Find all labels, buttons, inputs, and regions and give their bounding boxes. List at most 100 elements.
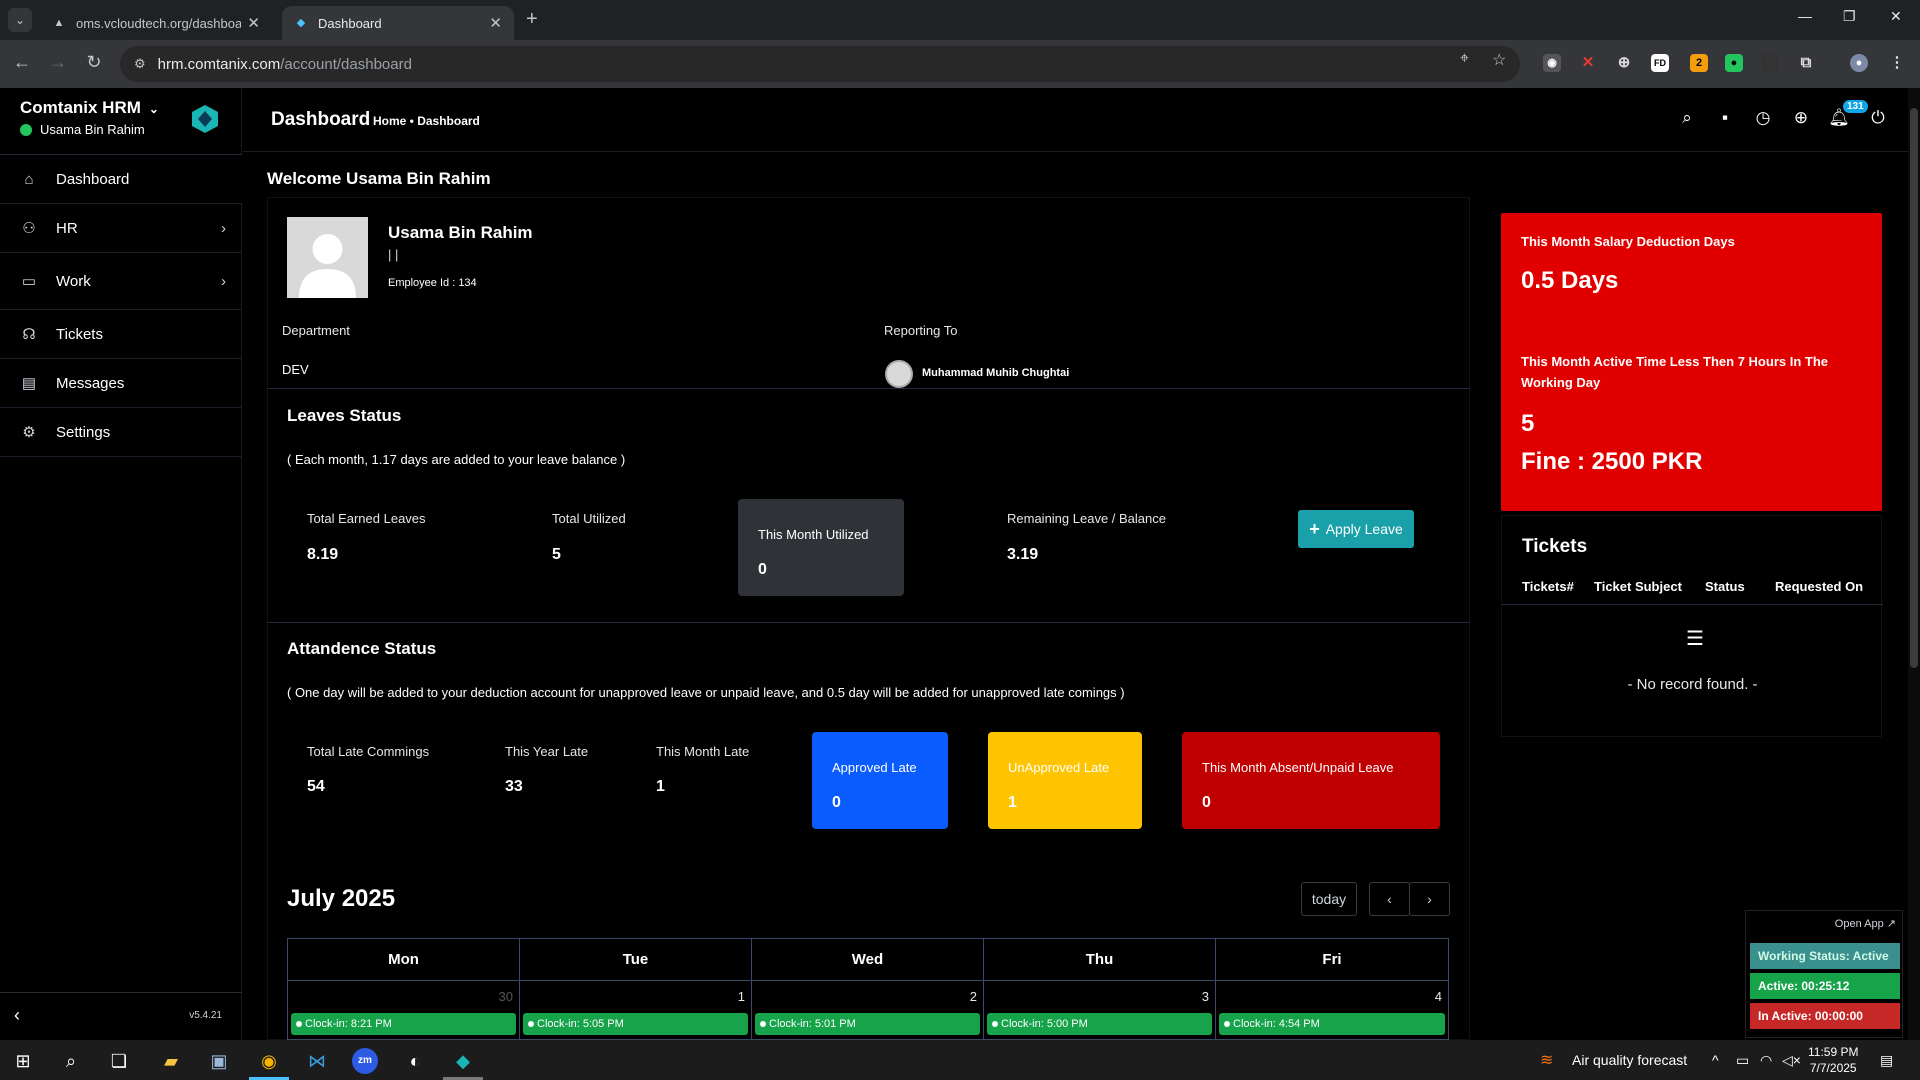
minimize-icon[interactable]: — [1798, 8, 1812, 24]
file-explorer-icon[interactable]: ▰ [158, 1048, 184, 1074]
sidebar-item-hr[interactable]: ⚇ HR › [0, 204, 242, 253]
windows-start-icon[interactable]: ⊞ [10, 1048, 36, 1074]
green-extension-icon[interactable]: ● [1725, 54, 1743, 72]
extensions-puzzle-icon[interactable]: ⧉ [1797, 54, 1815, 72]
calendar-today-button[interactable]: today [1301, 882, 1357, 916]
forward-icon[interactable]: → [46, 52, 70, 73]
tickets-heading: Tickets [1522, 536, 1588, 557]
notification-center-icon[interactable]: ▤ [1880, 1052, 1893, 1069]
battery-icon[interactable]: ▭ [1736, 1052, 1749, 1069]
clock-in-event[interactable]: Clock-in: 8:21 PM [291, 1013, 516, 1035]
sidebar-item-messages[interactable]: ▤ Messages [0, 359, 242, 408]
column-header[interactable]: Ticket Subject [1594, 579, 1682, 594]
chat-icon[interactable]: ▪ [1714, 108, 1736, 128]
employee-name: Usama Bin Rahim [388, 223, 533, 242]
restore-icon[interactable]: ❐ [1843, 8, 1856, 25]
volume-muted-icon[interactable]: ◁× [1782, 1052, 1801, 1069]
clock-in-event[interactable]: Clock-in: 5:05 PM [523, 1013, 748, 1035]
working-status: Working Status: Active [1750, 943, 1900, 969]
page-scrollbar[interactable] [1908, 88, 1920, 1040]
sidebar-item-settings[interactable]: ⚙ Settings [0, 408, 242, 457]
new-tab-button[interactable]: + [526, 8, 538, 31]
zoom-icon[interactable]: zm [352, 1048, 378, 1074]
clock-in-event[interactable]: Clock-in: 4:54 PM [1219, 1013, 1445, 1035]
location-icon[interactable]: ⌖ [1460, 50, 1469, 68]
user-placeholder-icon [299, 234, 356, 298]
close-tab-icon[interactable]: ✕ [247, 14, 260, 32]
calendar-day[interactable]: Wed 2 Clock-in: 5:01 PM [752, 939, 984, 1041]
message-icon: ▤ [21, 375, 37, 392]
month-utilized-label: This Month Utilized [758, 527, 869, 542]
clock-date: 7/7/2025 [1809, 1061, 1857, 1075]
leaves-note: ( Each month, 1.17 days are added to you… [287, 452, 626, 467]
current-user-name: Usama Bin Rahim [40, 122, 145, 137]
weather-icon[interactable]: ≋ [1540, 1050, 1553, 1070]
reload-icon[interactable]: ↻ [82, 52, 106, 73]
weather-text[interactable]: Air quality forecast [1572, 1052, 1687, 1068]
column-header[interactable]: Tickets# [1522, 579, 1574, 594]
total-utilized-value: 5 [552, 546, 561, 563]
employee-id: Employee Id : 134 [388, 277, 477, 289]
sidebar-item-dashboard[interactable]: ⌂ Dashboard [0, 155, 242, 204]
sidebar-item-tickets[interactable]: ☊ Tickets [0, 310, 242, 359]
calendar-day[interactable]: Thu 3 Clock-in: 5:00 PM [984, 939, 1216, 1041]
approved-late-value: 0 [832, 794, 841, 811]
power-icon[interactable]: ⏻ [1867, 108, 1889, 128]
sidebar-item-label: Tickets [56, 325, 103, 343]
tray-chevron-icon[interactable]: ^ [1712, 1052, 1719, 1068]
bookmark-star-icon[interactable]: ☆ [1492, 50, 1506, 70]
close-tab-icon[interactable]: ✕ [489, 14, 502, 32]
total-earned-label: Total Earned Leaves [307, 511, 426, 526]
app-icon[interactable]: ◐ [402, 1048, 428, 1074]
open-app-link[interactable]: Open App ↗ [1835, 917, 1896, 930]
wifi-icon[interactable]: ◠ [1760, 1052, 1772, 1069]
store-icon[interactable]: ▣ [206, 1048, 232, 1074]
url-input[interactable]: ⚙ hrm.comtanix.com/account/dashboard [120, 46, 1520, 82]
collapse-sidebar-icon[interactable]: ‹ [14, 1005, 20, 1026]
calendar-day[interactable]: Tue 1 Clock-in: 5:05 PM [520, 939, 752, 1041]
employee-designation: | | [388, 247, 399, 262]
app-logo-icon [192, 105, 218, 133]
add-icon[interactable]: ⊕ [1790, 108, 1812, 128]
browser-tab-active[interactable]: ◆ Dashboard ✕ [282, 6, 514, 40]
tab-search-button[interactable]: ⌄ [8, 8, 32, 32]
calendar-next-button[interactable]: › [1409, 882, 1450, 916]
browser-menu-icon[interactable]: ⋮ [1888, 54, 1906, 72]
extension-x-icon[interactable]: ✕ [1579, 54, 1597, 72]
clock-in-event[interactable]: Clock-in: 5:01 PM [755, 1013, 980, 1035]
online-status-icon [20, 123, 32, 136]
search-icon[interactable]: ⌕ [1676, 108, 1698, 128]
welcome-heading: Welcome Usama Bin Rahim [267, 169, 491, 188]
back-icon[interactable]: ← [10, 52, 34, 73]
globe-extension-icon[interactable]: ⊕ [1615, 54, 1633, 72]
calendar-day[interactable]: Fri 4 Clock-in: 4:54 PM [1216, 939, 1448, 1041]
column-header[interactable]: Requested On [1775, 579, 1863, 594]
task-view-icon[interactable]: ❏ [106, 1048, 132, 1074]
sidebar-item-work[interactable]: ▭ Work › [0, 253, 242, 310]
browser-tabbar: ⌄ ▲ oms.vcloudtech.org/dashboard ✕ ◆ Das… [0, 0, 1920, 40]
extension-icon[interactable]: ▬ [1761, 54, 1779, 72]
comtanix-app-icon[interactable]: ◆ [450, 1048, 476, 1074]
close-window-icon[interactable]: ✕ [1890, 8, 1902, 25]
system-clock[interactable]: 11:59 PM 7/7/2025 [1808, 1044, 1858, 1076]
scrollbar-thumb[interactable] [1910, 108, 1918, 668]
brand-switcher[interactable]: Comtanix HRM ⌄ [20, 98, 159, 118]
clock-icon[interactable]: ◷ [1752, 108, 1774, 128]
site-settings-icon[interactable]: ⚙ [134, 56, 146, 72]
search-icon[interactable]: ⌕ [58, 1048, 84, 1074]
calendar-prev-button[interactable]: ‹ [1369, 882, 1410, 916]
apply-leave-button[interactable]: + Apply Leave [1298, 510, 1414, 548]
deduction-card: This Month Salary Deduction Days 0.5 Day… [1501, 213, 1882, 511]
fd-extension-icon[interactable]: FD [1651, 54, 1669, 72]
calendar-day[interactable]: Mon 30 Clock-in: 8:21 PM [288, 939, 520, 1041]
vscode-icon[interactable]: ⋈ [304, 1048, 330, 1074]
extension-icon[interactable]: ◉ [1543, 54, 1561, 72]
chrome-icon[interactable]: ◉ [256, 1048, 282, 1074]
column-header[interactable]: Status [1705, 579, 1745, 594]
clock-in-event[interactable]: Clock-in: 5:00 PM [987, 1013, 1212, 1035]
total-utilized-label: Total Utilized [552, 511, 626, 526]
extension-badge-icon[interactable]: 2 [1690, 54, 1708, 72]
profile-avatar-icon[interactable]: ● [1850, 54, 1868, 72]
breadcrumb[interactable]: Home • Dashboard [373, 114, 480, 128]
browser-tab[interactable]: ▲ oms.vcloudtech.org/dashboard ✕ [40, 6, 272, 40]
